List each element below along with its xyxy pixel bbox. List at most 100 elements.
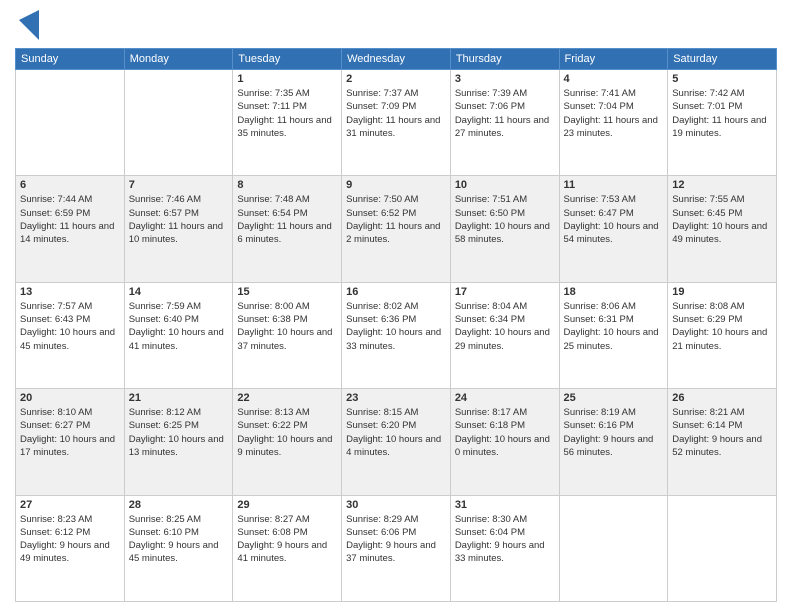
- calendar-cell: 10 Sunrise: 7:51 AMSunset: 6:50 PMDayligh…: [450, 176, 559, 282]
- day-number: 21: [129, 392, 229, 404]
- calendar-cell: 30 Sunrise: 8:29 AMSunset: 6:06 PMDayligh…: [342, 495, 451, 601]
- day-info: Sunrise: 7:35 AMSunset: 7:11 PMDaylight:…: [237, 87, 337, 140]
- calendar-cell: 14 Sunrise: 7:59 AMSunset: 6:40 PMDayligh…: [124, 282, 233, 388]
- day-number: 22: [237, 392, 337, 404]
- day-number: 3: [455, 73, 555, 85]
- day-number: 13: [20, 286, 120, 298]
- day-number: 28: [129, 499, 229, 511]
- day-info: Sunrise: 8:30 AMSunset: 6:04 PMDaylight:…: [455, 513, 555, 566]
- calendar-cell: [124, 70, 233, 176]
- day-info: Sunrise: 7:48 AMSunset: 6:54 PMDaylight:…: [237, 193, 337, 246]
- day-number: 7: [129, 179, 229, 191]
- calendar-cell: 9Sunrise: 7:50 AMSunset: 6:52 PMDaylight…: [342, 176, 451, 282]
- day-info: Sunrise: 7:57 AMSunset: 6:43 PMDaylight:…: [20, 300, 120, 353]
- calendar-cell: 23 Sunrise: 8:15 AMSunset: 6:20 PMDayligh…: [342, 389, 451, 495]
- day-info: Sunrise: 8:19 AMSunset: 6:16 PMDaylight:…: [564, 406, 664, 459]
- calendar-cell: 19 Sunrise: 8:08 AMSunset: 6:29 PMDayligh…: [668, 282, 777, 388]
- day-number: 4: [564, 73, 664, 85]
- day-info: Sunrise: 7:59 AMSunset: 6:40 PMDaylight:…: [129, 300, 229, 353]
- day-number: 29: [237, 499, 337, 511]
- day-number: 24: [455, 392, 555, 404]
- day-info: Sunrise: 8:02 AMSunset: 6:36 PMDaylight:…: [346, 300, 446, 353]
- weekday-header-row: SundayMondayTuesdayWednesdayThursdayFrid…: [16, 49, 777, 70]
- calendar-table: SundayMondayTuesdayWednesdayThursdayFrid…: [15, 48, 777, 602]
- day-number: 31: [455, 499, 555, 511]
- calendar-cell: [16, 70, 125, 176]
- calendar-cell: 29 Sunrise: 8:27 AMSunset: 6:08 PMDayligh…: [233, 495, 342, 601]
- calendar-cell: 24 Sunrise: 8:17 AMSunset: 6:18 PMDayligh…: [450, 389, 559, 495]
- calendar-cell: 12 Sunrise: 7:55 AMSunset: 6:45 PMDayligh…: [668, 176, 777, 282]
- calendar-cell: 28 Sunrise: 8:25 AMSunset: 6:10 PMDayligh…: [124, 495, 233, 601]
- day-number: 14: [129, 286, 229, 298]
- calendar-cell: 25 Sunrise: 8:19 AMSunset: 6:16 PMDayligh…: [559, 389, 668, 495]
- day-info: Sunrise: 7:39 AMSunset: 7:06 PMDaylight:…: [455, 87, 555, 140]
- day-number: 1: [237, 73, 337, 85]
- day-number: 5: [672, 73, 772, 85]
- day-number: 12: [672, 179, 772, 191]
- calendar-cell: 21Sunrise: 8:12 AMSunset: 6:25 PMDayligh…: [124, 389, 233, 495]
- day-info: Sunrise: 7:53 AMSunset: 6:47 PMDaylight:…: [564, 193, 664, 246]
- weekday-sunday: Sunday: [16, 49, 125, 70]
- day-info: Sunrise: 8:27 AMSunset: 6:08 PMDaylight:…: [237, 513, 337, 566]
- day-info: Sunrise: 8:13 AMSunset: 6:22 PMDaylight:…: [237, 406, 337, 459]
- day-number: 15: [237, 286, 337, 298]
- calendar-cell: 26Sunrise: 8:21 AMSunset: 6:14 PMDayligh…: [668, 389, 777, 495]
- day-info: Sunrise: 7:42 AMSunset: 7:01 PMDaylight:…: [672, 87, 772, 140]
- day-info: Sunrise: 8:15 AMSunset: 6:20 PMDaylight:…: [346, 406, 446, 459]
- week-row-1: 1 Sunrise: 7:35 AMSunset: 7:11 PMDaylight…: [16, 70, 777, 176]
- calendar-cell: 22 Sunrise: 8:13 AMSunset: 6:22 PMDayligh…: [233, 389, 342, 495]
- calendar-cell: 13 Sunrise: 7:57 AMSunset: 6:43 PMDayligh…: [16, 282, 125, 388]
- day-number: 23: [346, 392, 446, 404]
- day-info: Sunrise: 8:29 AMSunset: 6:06 PMDaylight:…: [346, 513, 446, 566]
- day-info: Sunrise: 7:44 AMSunset: 6:59 PMDaylight:…: [20, 193, 120, 246]
- day-info: Sunrise: 8:10 AMSunset: 6:27 PMDaylight:…: [20, 406, 120, 459]
- day-number: 2: [346, 73, 446, 85]
- day-number: 27: [20, 499, 120, 511]
- week-row-3: 13 Sunrise: 7:57 AMSunset: 6:43 PMDayligh…: [16, 282, 777, 388]
- day-info: Sunrise: 7:50 AMSunset: 6:52 PMDaylight:…: [346, 193, 446, 246]
- weekday-wednesday: Wednesday: [342, 49, 451, 70]
- day-info: Sunrise: 8:06 AMSunset: 6:31 PMDaylight:…: [564, 300, 664, 353]
- day-info: Sunrise: 8:21 AMSunset: 6:14 PMDaylight:…: [672, 406, 772, 459]
- day-info: Sunrise: 7:51 AMSunset: 6:50 PMDaylight:…: [455, 193, 555, 246]
- day-number: 30: [346, 499, 446, 511]
- weekday-saturday: Saturday: [668, 49, 777, 70]
- day-number: 25: [564, 392, 664, 404]
- day-info: Sunrise: 8:17 AMSunset: 6:18 PMDaylight:…: [455, 406, 555, 459]
- logo: [15, 10, 39, 40]
- calendar-cell: 6Sunrise: 7:44 AMSunset: 6:59 PMDaylight…: [16, 176, 125, 282]
- calendar-cell: [668, 495, 777, 601]
- calendar-cell: 5 Sunrise: 7:42 AMSunset: 7:01 PMDaylight…: [668, 70, 777, 176]
- calendar-cell: 27Sunrise: 8:23 AMSunset: 6:12 PMDayligh…: [16, 495, 125, 601]
- day-number: 10: [455, 179, 555, 191]
- day-number: 18: [564, 286, 664, 298]
- day-number: 16: [346, 286, 446, 298]
- calendar-cell: 20 Sunrise: 8:10 AMSunset: 6:27 PMDayligh…: [16, 389, 125, 495]
- calendar-cell: 11Sunrise: 7:53 AMSunset: 6:47 PMDayligh…: [559, 176, 668, 282]
- calendar-cell: 31 Sunrise: 8:30 AMSunset: 6:04 PMDayligh…: [450, 495, 559, 601]
- day-info: Sunrise: 7:37 AMSunset: 7:09 PMDaylight:…: [346, 87, 446, 140]
- weekday-thursday: Thursday: [450, 49, 559, 70]
- calendar-cell: 4 Sunrise: 7:41 AMSunset: 7:04 PMDaylight…: [559, 70, 668, 176]
- day-info: Sunrise: 7:55 AMSunset: 6:45 PMDaylight:…: [672, 193, 772, 246]
- calendar-cell: 7Sunrise: 7:46 AMSunset: 6:57 PMDaylight…: [124, 176, 233, 282]
- calendar-cell: 16 Sunrise: 8:02 AMSunset: 6:36 PMDayligh…: [342, 282, 451, 388]
- day-info: Sunrise: 8:08 AMSunset: 6:29 PMDaylight:…: [672, 300, 772, 353]
- logo-icon: [19, 10, 39, 40]
- day-number: 19: [672, 286, 772, 298]
- day-info: Sunrise: 8:04 AMSunset: 6:34 PMDaylight:…: [455, 300, 555, 353]
- day-number: 8: [237, 179, 337, 191]
- calendar-cell: [559, 495, 668, 601]
- calendar-cell: 8 Sunrise: 7:48 AMSunset: 6:54 PMDaylight…: [233, 176, 342, 282]
- calendar-cell: 15 Sunrise: 8:00 AMSunset: 6:38 PMDayligh…: [233, 282, 342, 388]
- day-info: Sunrise: 7:41 AMSunset: 7:04 PMDaylight:…: [564, 87, 664, 140]
- calendar-cell: 2 Sunrise: 7:37 AMSunset: 7:09 PMDaylight…: [342, 70, 451, 176]
- weekday-tuesday: Tuesday: [233, 49, 342, 70]
- day-info: Sunrise: 8:00 AMSunset: 6:38 PMDaylight:…: [237, 300, 337, 353]
- day-number: 20: [20, 392, 120, 404]
- day-info: Sunrise: 8:25 AMSunset: 6:10 PMDaylight:…: [129, 513, 229, 566]
- calendar-cell: 1 Sunrise: 7:35 AMSunset: 7:11 PMDaylight…: [233, 70, 342, 176]
- calendar-cell: 18 Sunrise: 8:06 AMSunset: 6:31 PMDayligh…: [559, 282, 668, 388]
- week-row-4: 20 Sunrise: 8:10 AMSunset: 6:27 PMDayligh…: [16, 389, 777, 495]
- weekday-monday: Monday: [124, 49, 233, 70]
